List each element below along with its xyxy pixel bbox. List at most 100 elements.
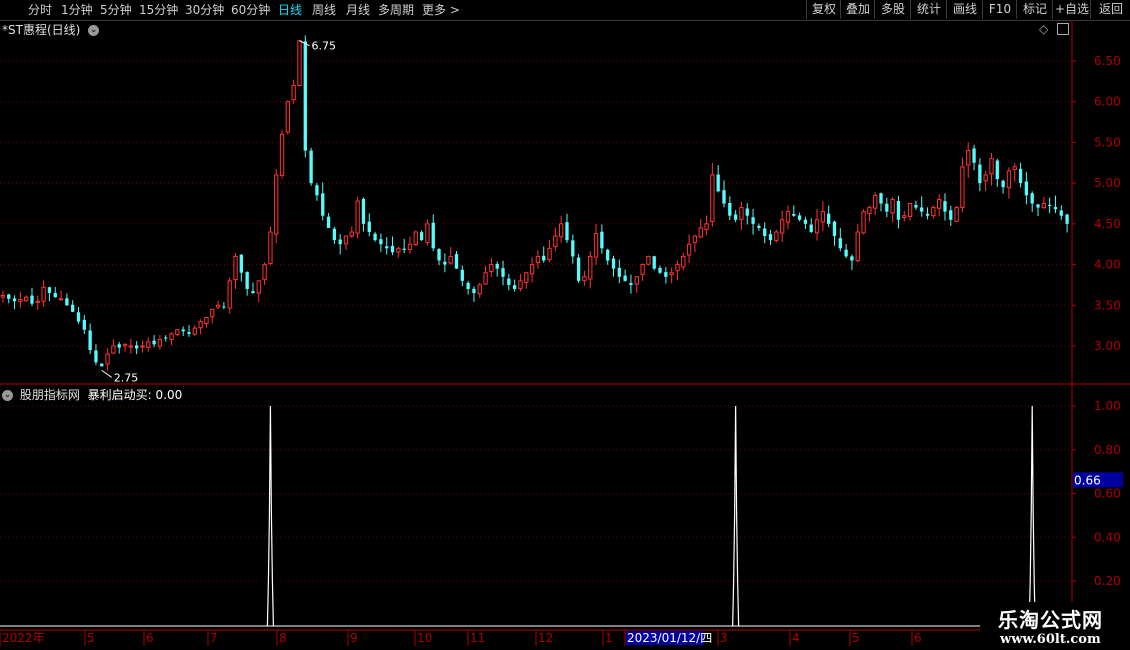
candle-body: [1001, 180, 1005, 188]
candle-body: [855, 231, 860, 262]
candle-body: [879, 193, 883, 204]
candle-body: [1036, 204, 1040, 208]
candle-body: [495, 263, 499, 269]
x-tick-label: 4: [792, 631, 800, 645]
candle-body: [373, 233, 377, 241]
candle-body: [820, 211, 826, 223]
candle-body: [215, 304, 221, 308]
candle-body: [844, 249, 848, 257]
candle-body: [454, 254, 459, 269]
candle-body: [972, 148, 976, 163]
indicator-source: 股朋指标网: [19, 388, 80, 402]
candle-body: [285, 101, 291, 133]
x-tick-label: 6: [914, 631, 922, 645]
candle-body: [35, 300, 40, 303]
watermark: 乐淘公式网 www.60lt.com: [980, 602, 1130, 650]
candle-body: [797, 215, 802, 220]
candle-body: [122, 343, 128, 347]
low-marker-arrow: [101, 369, 113, 378]
candle-body: [71, 304, 75, 312]
candle-body: [582, 276, 587, 281]
candle-body: [489, 264, 494, 272]
high-label: 6.75: [311, 40, 336, 53]
candle-body: [460, 269, 464, 281]
y-tick-label: 6.00: [1094, 95, 1121, 109]
candle-body: [361, 198, 366, 224]
candle-body: [617, 267, 621, 277]
candle-body: [925, 213, 930, 216]
chevron-down-icon[interactable]: ⌄: [2, 390, 13, 401]
candle-body: [88, 330, 92, 351]
y-tick-label: 3.00: [1094, 339, 1121, 353]
candle-body: [803, 219, 808, 224]
y-tick-label: 5.50: [1094, 135, 1121, 149]
watermark-title: 乐淘公式网: [998, 608, 1103, 632]
candle-body: [425, 223, 430, 244]
candle-body: [100, 363, 104, 367]
x-tick-label: 1: [605, 631, 613, 645]
candle-body: [751, 217, 755, 224]
candle-body: [611, 258, 616, 269]
candle-body: [943, 201, 947, 212]
candle-body: [239, 254, 243, 273]
candle-body: [1006, 170, 1012, 189]
candle-body: [1047, 204, 1052, 206]
candle-body: [593, 233, 599, 258]
diamond-icon[interactable]: ◇: [1039, 22, 1048, 36]
candle-body: [542, 255, 546, 261]
candle-body: [785, 211, 791, 223]
candle-body: [692, 235, 698, 243]
chart-canvas: 6.75 2.75 3.00 3.50 4.00 4.50 5.00 5.50 6.00 6.5…: [0, 20, 1130, 650]
candle-body: [58, 298, 64, 301]
y-tick-label: 0.80: [1094, 443, 1121, 457]
candle-body: [902, 215, 907, 218]
y-tick-label: 4.00: [1094, 258, 1121, 272]
candle-body: [262, 264, 267, 280]
candle-body: [931, 207, 936, 217]
candle-body: [82, 319, 86, 330]
candle-body: [385, 246, 389, 249]
chevron-down-icon[interactable]: ⌄: [88, 25, 100, 36]
candle-body: [914, 205, 918, 208]
x-tick-label: 11: [470, 631, 485, 645]
candle-body: [937, 198, 942, 209]
x-tick-label: 3: [720, 631, 728, 645]
candle-body: [437, 249, 441, 261]
candle-body: [606, 249, 610, 261]
candle-body: [1024, 181, 1029, 196]
candle-body: [181, 329, 185, 332]
candle-body: [47, 287, 52, 294]
candle-body: [658, 267, 662, 273]
candle-body: [274, 174, 279, 235]
candle-body: [396, 247, 401, 253]
candle-body: [157, 338, 163, 347]
candle-body: [128, 345, 134, 348]
candle-body: [989, 158, 994, 175]
candle-body: [774, 231, 779, 242]
x-tick-label: 7: [210, 631, 218, 645]
y-tick-label: 3.50: [1094, 298, 1121, 312]
candle-body: [1059, 210, 1063, 216]
candle-body: [279, 133, 285, 176]
candle-body: [733, 214, 738, 220]
grid-layer: [0, 60, 1072, 582]
x-tick-label: 6: [146, 631, 154, 645]
candle-body: [809, 224, 813, 232]
candle-body: [164, 337, 168, 339]
candle-body: [192, 327, 197, 335]
x-tick-label: 9: [350, 631, 358, 645]
y-tick-label: 0.20: [1094, 574, 1121, 588]
candle-body: [559, 223, 564, 238]
candle-body: [297, 40, 302, 87]
candle-body: [245, 272, 249, 289]
candle-body: [792, 213, 796, 216]
candle-body: [873, 194, 878, 209]
candle-body: [204, 317, 209, 324]
candle-body: [1041, 203, 1046, 209]
candle-body: [686, 243, 692, 256]
panel-toggle-icon[interactable]: [1057, 23, 1069, 35]
candle-body: [483, 272, 488, 285]
candle-body: [321, 193, 325, 216]
candle-body: [419, 232, 424, 241]
x-cursor-label: 2023/01/12/四: [627, 631, 712, 645]
